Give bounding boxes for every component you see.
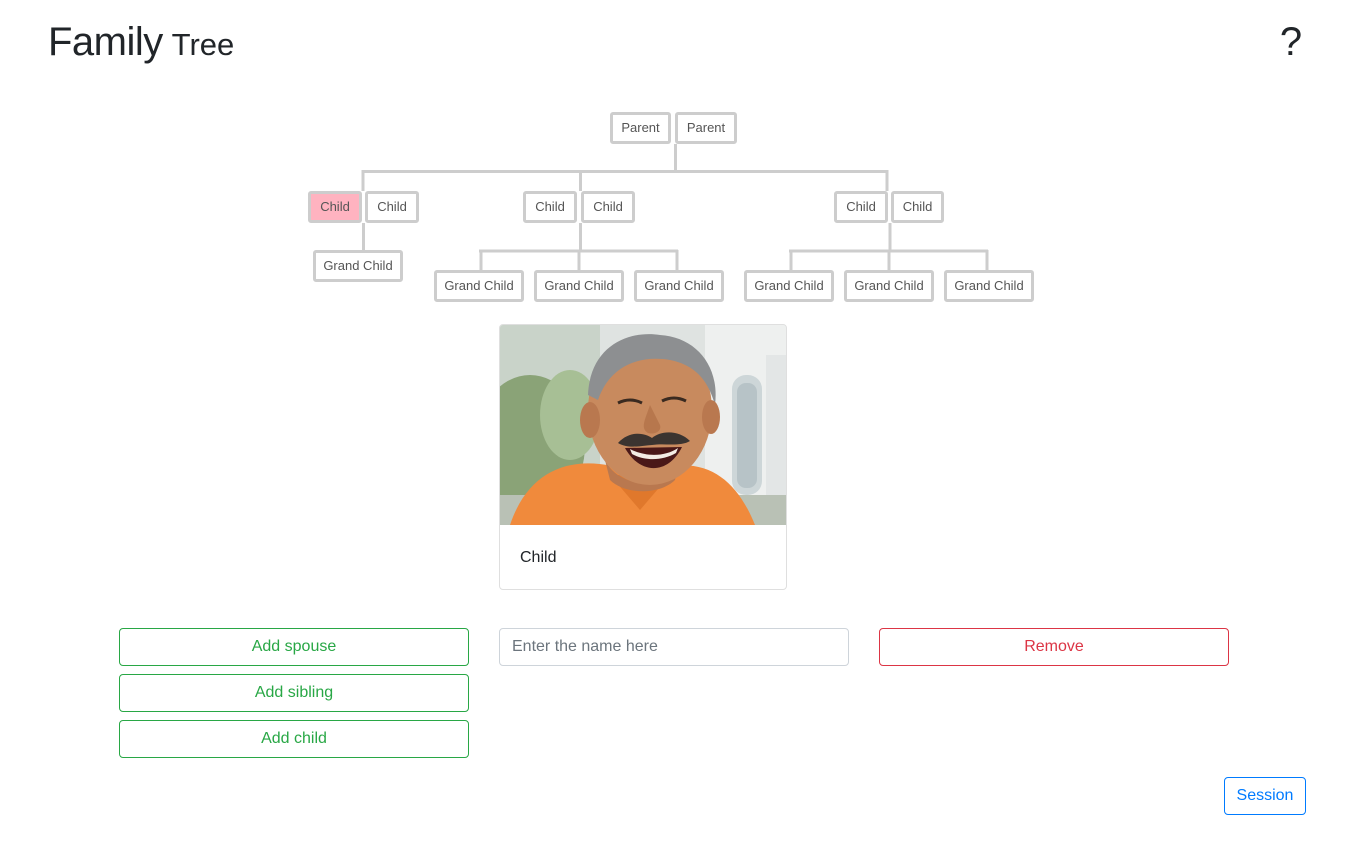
add-sibling-button[interactable]: Add sibling (119, 674, 469, 712)
tree-node-grand-child[interactable]: Grand Child (534, 270, 624, 302)
tree-node-child[interactable]: Child (523, 191, 577, 223)
tree-node-grand-child[interactable]: Grand Child (434, 270, 524, 302)
tree-node-child[interactable]: Child (834, 191, 888, 223)
page-title: Family Tree (48, 18, 234, 69)
tree-node-grand-child[interactable]: Grand Child (634, 270, 724, 302)
help-button[interactable]: ? (1276, 18, 1306, 66)
remove-button[interactable]: Remove (879, 628, 1229, 666)
tree-node-grand-child[interactable]: Grand Child (313, 250, 403, 282)
person-card: Child (499, 324, 787, 590)
tree-node-grand-child[interactable]: Grand Child (944, 270, 1034, 302)
tree-node-parent-2[interactable]: Parent (675, 112, 737, 144)
add-spouse-button[interactable]: Add spouse (119, 628, 469, 666)
person-photo (500, 325, 786, 525)
tree-node-child-selected[interactable]: Child (308, 191, 362, 223)
tree-node-child[interactable]: Child (581, 191, 635, 223)
tree-node-grand-child[interactable]: Grand Child (844, 270, 934, 302)
session-button[interactable]: Session (1224, 777, 1306, 815)
tree-node-parent-1[interactable]: Parent (610, 112, 671, 144)
name-input[interactable] (499, 628, 849, 666)
page-title-main: Family (48, 20, 163, 64)
tree-node-child[interactable]: Child (365, 191, 419, 223)
person-name: Child (520, 549, 557, 566)
page-title-sub: Tree (171, 27, 235, 62)
tree-node-grand-child[interactable]: Grand Child (744, 270, 834, 302)
tree-node-child[interactable]: Child (891, 191, 944, 223)
add-child-button[interactable]: Add child (119, 720, 469, 758)
